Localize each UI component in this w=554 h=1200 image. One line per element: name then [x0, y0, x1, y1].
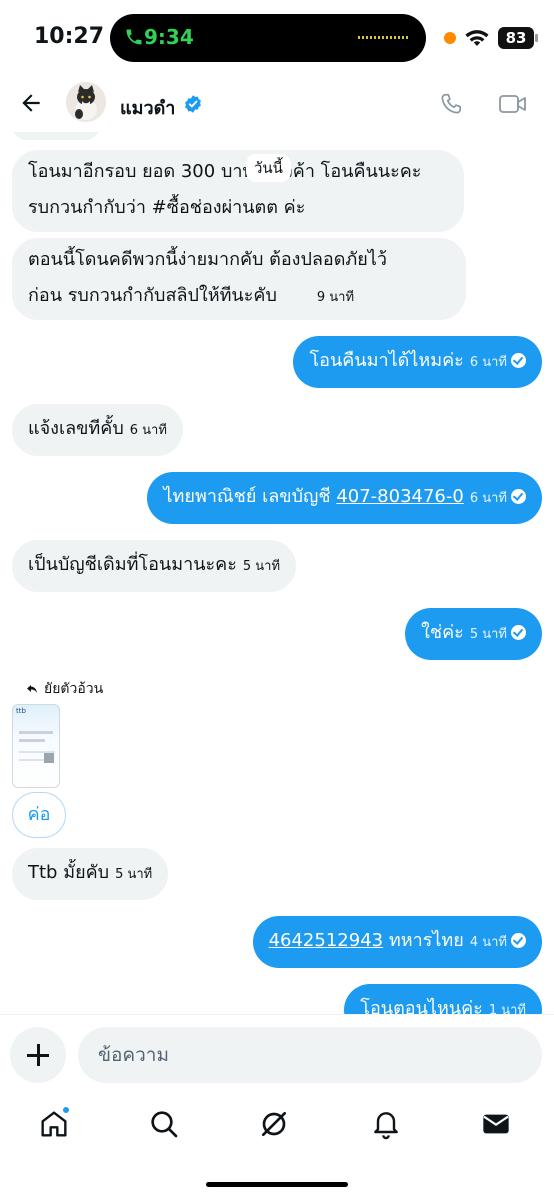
message-text: โอนมาอีกรอบ ยอด 300 บาท แล้วค้า โอนคืนนะ…	[28, 161, 422, 182]
cat-avatar-icon	[66, 82, 106, 122]
message-text: โอนตอนไหนค่ะ	[360, 998, 483, 1014]
message-bubble-outgoing[interactable]: ใช่ค่ะ 5 นาที	[405, 608, 542, 660]
nav-search[interactable]	[148, 1108, 184, 1144]
message-text: Ttb มั้ยคับ	[28, 862, 110, 883]
call-duration: 9:34	[144, 25, 194, 49]
message-bubble-outgoing[interactable]: 4642512943 ทหารไทย 4 นาที	[252, 916, 542, 968]
audio-wave-indicator	[358, 36, 410, 39]
status-bar: 10:27 9:34 83	[0, 0, 554, 76]
message-text: เป็นบัญชีเดิมที่โอนมานะคะ	[28, 554, 237, 575]
message-text: ตอนนี้โดนคดีพวกนี้ง่ายมากคับ ต้องปลอดภัย…	[28, 249, 387, 270]
message-time: 1 นาที	[488, 1003, 526, 1014]
message-text: ไทยพาณิชย์ เลขบัญชี	[163, 486, 331, 507]
bottom-navigation	[0, 1094, 554, 1200]
slip-bank-logo: ttb	[16, 707, 26, 715]
grok-icon	[262, 1112, 286, 1136]
message-time: 4 นาที	[469, 935, 507, 950]
message-list[interactable]: โอนมาอีกรอบ ยอด 300 บาท แล้วค้า โอนคืนนะ…	[0, 132, 554, 1014]
battery-indicator: 83	[498, 27, 538, 49]
message-composer	[0, 1014, 554, 1094]
search-icon	[151, 1111, 178, 1138]
sent-check-icon	[511, 489, 526, 504]
reply-arrow-icon	[27, 685, 37, 693]
envelope-icon	[483, 1114, 509, 1134]
conversation-header: แมวดำ	[0, 76, 554, 132]
sent-check-icon	[511, 933, 526, 948]
message-bubble-outgoing[interactable]: โอนคืนมาได้ไหมค่ะ 6 นาที	[293, 336, 542, 388]
message-text: โอนคืนมาได้ไหมค่ะ	[309, 350, 464, 371]
nav-notifications[interactable]	[370, 1108, 406, 1144]
reply-bubble-short[interactable]: ค่อ	[12, 792, 66, 838]
contact-name[interactable]: แมวดำ	[120, 93, 175, 122]
reply-sender-name: ยัยตัวอ้วน	[44, 681, 104, 697]
message-input[interactable]	[78, 1027, 542, 1083]
nav-grok[interactable]	[258, 1108, 294, 1144]
message-bubble-incoming[interactable]: เป็นบัญชีเดิมที่โอนมานะคะ 5 นาที	[12, 540, 297, 592]
message-bubble-incoming	[12, 132, 100, 140]
message-time: 6 นาที	[469, 355, 507, 370]
message-time: 6 นาที	[129, 423, 167, 438]
account-number-link[interactable]: 4642512943	[269, 930, 384, 951]
phone-call-icon	[126, 29, 142, 45]
transfer-slip-image[interactable]: ttb	[12, 704, 60, 788]
message-bubble-incoming[interactable]: ตอนนี้โดนคดีพวกนี้ง่ายมากคับ ต้องปลอดภัย…	[12, 238, 466, 320]
date-divider: วันนี้	[246, 154, 291, 182]
sent-check-icon	[511, 625, 526, 640]
status-clock: 10:27	[34, 24, 105, 49]
message-bubble-incoming[interactable]: แจ้งเลขทีคั้บ 6 นาที	[12, 404, 183, 456]
back-arrow-icon[interactable]	[18, 90, 44, 116]
message-time: 5 นาที	[115, 867, 153, 882]
sent-check-icon	[511, 353, 526, 368]
message-bubble-incoming[interactable]: โอนมาอีกรอบ ยอด 300 บาท แล้วค้า โอนคืนนะ…	[12, 150, 464, 232]
message-bubble-incoming[interactable]: Ttb มั้ยคับ 5 นาที	[12, 848, 169, 900]
avatar[interactable]	[66, 82, 106, 122]
phone-icon[interactable]	[438, 90, 464, 118]
add-attachment-button[interactable]	[10, 1027, 66, 1083]
message-time: 5 นาที	[242, 559, 281, 574]
message-text: รบกวนกำกับว่า #ซื้อช่องผ่านตต ค่ะ	[28, 197, 306, 218]
message-time: 6 นาที	[469, 491, 507, 506]
verified-badge-icon	[185, 95, 201, 113]
notification-dot	[62, 1106, 70, 1114]
account-number-link[interactable]: 407-803476-0	[336, 486, 464, 507]
system-icons: 83	[444, 27, 538, 49]
message-bubble-outgoing[interactable]: โอนตอนไหนค่ะ 1 นาที	[344, 984, 542, 1014]
nav-home[interactable]	[38, 1106, 74, 1144]
message-time: 5 นาที	[469, 627, 507, 642]
message-text: ใช่ค่ะ	[421, 622, 464, 643]
message-bubble-outgoing[interactable]: ไทยพาณิชย์ เลขบัญชี 407-803476-0 6 นาที	[147, 472, 542, 524]
bell-icon	[374, 1112, 398, 1140]
message-time: 9 นาที	[316, 290, 355, 305]
reply-to-label: ยัยตัวอ้วน	[26, 678, 103, 700]
nav-messages[interactable]	[480, 1108, 516, 1144]
video-camera-icon[interactable]	[498, 92, 528, 116]
home-indicator	[206, 1182, 348, 1187]
wifi-icon	[465, 30, 489, 46]
message-text: ทหารไทย	[388, 930, 464, 951]
dynamic-island-call[interactable]: 9:34	[110, 14, 426, 62]
message-text: แจ้งเลขทีคั้บ	[28, 418, 124, 439]
mic-indicator-icon	[444, 32, 456, 44]
message-text: ก่อน รบกวนกำกับสลิปให้ทีนะคับ	[28, 285, 277, 306]
